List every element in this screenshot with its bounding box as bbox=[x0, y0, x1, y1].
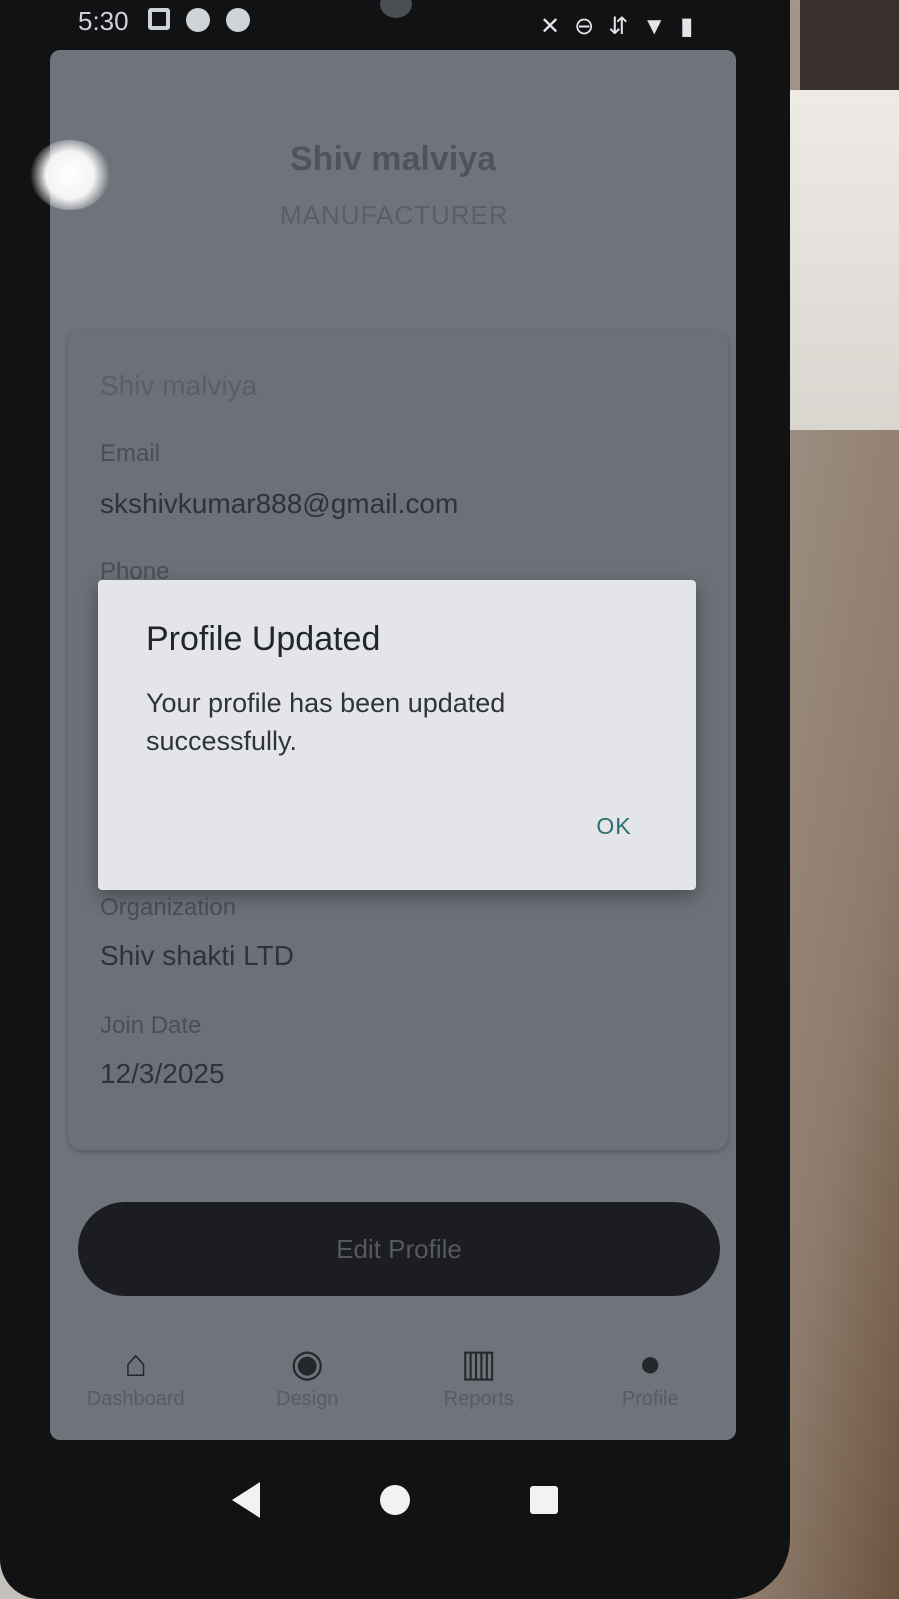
battery-icon: ▮ bbox=[680, 13, 694, 40]
phone-frame: 5:30 ✕ ⊖ ⇵ ▼ ▮ Shiv malviya MANUFACTURER… bbox=[0, 0, 790, 1599]
system-navigation-bar bbox=[0, 1450, 790, 1550]
home-button-icon[interactable] bbox=[380, 1485, 410, 1515]
email-value: skshivkumar888@gmail.com bbox=[100, 488, 459, 519]
profile-updated-dialog: Profile Updated Your profile has been up… bbox=[98, 580, 696, 890]
join-date-label: Join Date bbox=[100, 1012, 202, 1039]
home-icon: ⌂ bbox=[124, 1343, 148, 1385]
join-date-value: 12/3/2025 bbox=[100, 1058, 225, 1089]
status-bar: 5:30 ✕ ⊖ ⇵ ▼ ▮ bbox=[0, 0, 790, 50]
check-circle-icon bbox=[186, 8, 210, 32]
nav-label: Design bbox=[276, 1388, 339, 1410]
dialog-message: Your profile has been updated successful… bbox=[146, 688, 506, 756]
silent-icon: ✕ bbox=[540, 13, 561, 40]
nav-label: Dashboard bbox=[86, 1388, 185, 1410]
nav-item-design[interactable]: ◉ Design bbox=[232, 1340, 382, 1411]
status-time: 5:30 bbox=[78, 6, 129, 36]
nav-label: Profile bbox=[621, 1388, 679, 1410]
ok-button[interactable]: OK bbox=[584, 806, 644, 846]
name-value: Shiv malviya bbox=[100, 370, 258, 401]
palette-icon: ◉ bbox=[290, 1343, 324, 1385]
screenshot-icon bbox=[148, 8, 170, 30]
nav-label: Reports bbox=[443, 1388, 514, 1410]
recents-icon[interactable] bbox=[530, 1486, 558, 1514]
nav-item-dashboard[interactable]: ⌂ Dashboard bbox=[61, 1340, 211, 1411]
light-glare bbox=[30, 140, 110, 210]
back-icon[interactable] bbox=[232, 1482, 260, 1518]
wifi-icon: ▼ bbox=[642, 12, 667, 40]
background-surface bbox=[780, 90, 899, 430]
dnd-icon: ⊖ bbox=[574, 13, 595, 40]
nav-item-reports[interactable]: ▥ Reports bbox=[404, 1340, 554, 1411]
dialog-title: Profile Updated bbox=[146, 620, 381, 658]
front-camera bbox=[380, 0, 412, 18]
edit-profile-button[interactable]: Edit Profile bbox=[78, 1202, 720, 1296]
notification-icons bbox=[148, 8, 250, 32]
organization-label: Organization bbox=[100, 894, 237, 921]
profile-name-heading: Shiv malviya bbox=[290, 140, 497, 178]
profile-role: MANUFACTURER bbox=[280, 200, 509, 230]
organization-value: Shiv shakti LTD bbox=[100, 940, 294, 971]
bar-chart-icon: ▥ bbox=[460, 1343, 497, 1385]
system-status-icons: ✕ ⊖ ⇵ ▼ ▮ bbox=[540, 12, 693, 41]
email-label: Email bbox=[100, 440, 161, 467]
data-arrows-icon: ⇵ bbox=[608, 13, 629, 40]
person-icon: ● bbox=[638, 1343, 662, 1385]
nav-item-profile[interactable]: ● Profile bbox=[575, 1340, 725, 1411]
bottom-navigation: ⌂ Dashboard ◉ Design ▥ Reports ● Profile bbox=[50, 1340, 736, 1440]
message-icon bbox=[226, 8, 250, 32]
background-corner bbox=[800, 0, 899, 95]
